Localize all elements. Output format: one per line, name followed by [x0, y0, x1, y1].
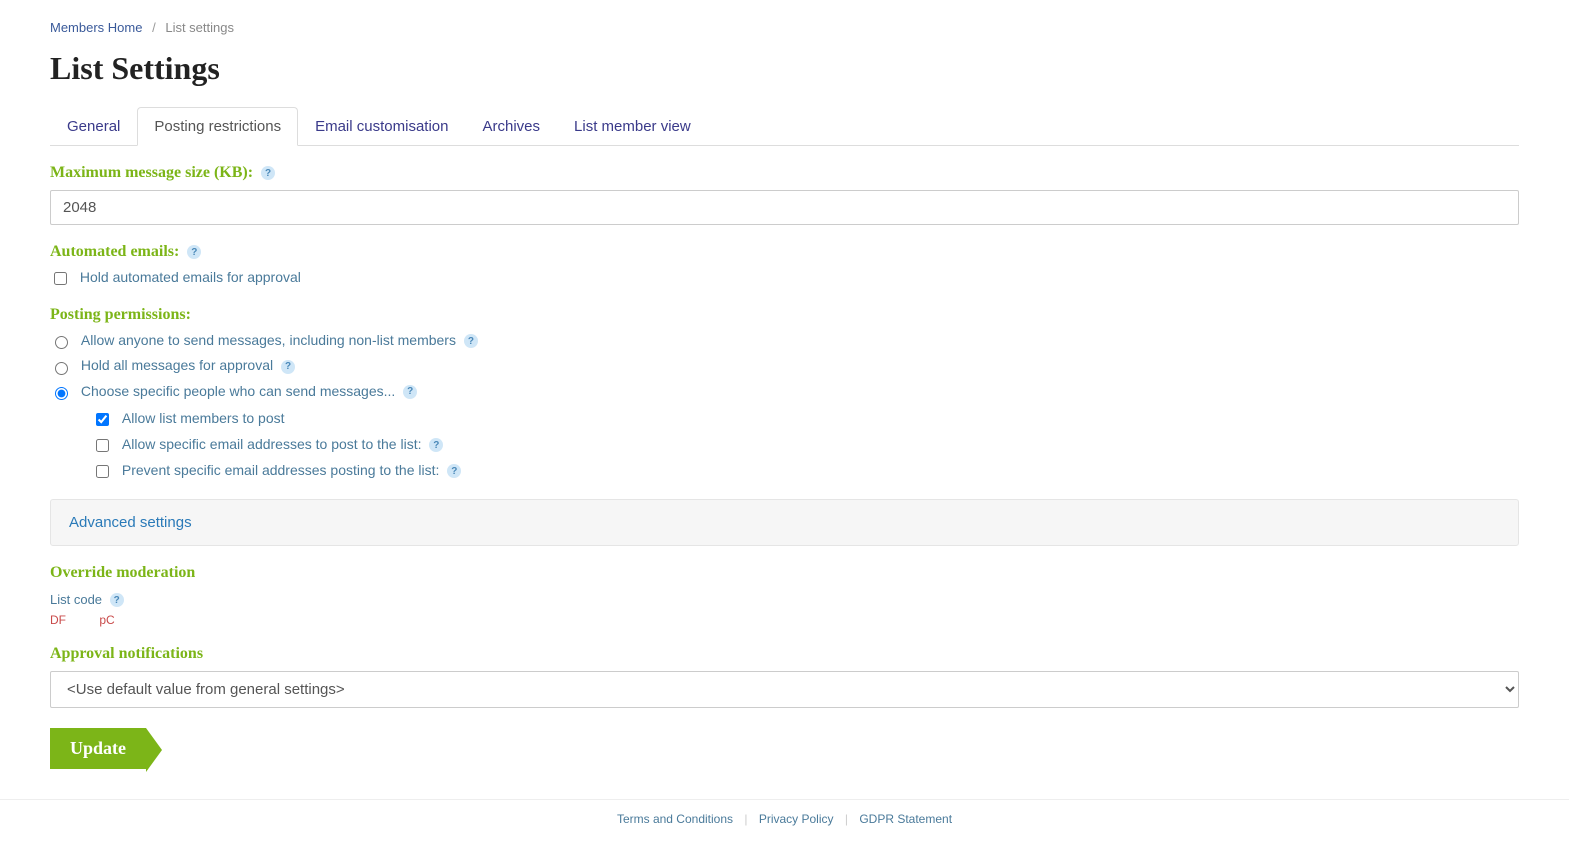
tab-general[interactable]: General — [50, 107, 137, 146]
allow-specific-post-checkbox[interactable] — [96, 439, 109, 452]
allow-specific-post-label: Allow specific email addresses to post t… — [122, 436, 422, 452]
page-title: List Settings — [50, 50, 1519, 87]
footer-gdpr-link[interactable]: GDPR Statement — [859, 812, 952, 826]
tabs-container: General Posting restrictions Email custo… — [50, 107, 1519, 146]
breadcrumb-home-link[interactable]: Members Home — [50, 20, 142, 35]
footer: Terms and Conditions | Privacy Policy | … — [0, 799, 1569, 838]
advanced-settings-link[interactable]: Advanced settings — [69, 514, 192, 531]
allow-members-post-checkbox[interactable] — [96, 413, 109, 426]
posting-choose-specific-radio[interactable] — [55, 387, 68, 400]
approval-notifications-select[interactable]: <Use default value from general settings… — [50, 671, 1519, 708]
override-moderation-label: Override moderation — [50, 564, 1519, 582]
approval-notifications-label: Approval notifications — [50, 645, 1519, 663]
breadcrumb-separator: / — [152, 20, 156, 35]
posting-sub-options: Allow list members to post Allow specifi… — [92, 410, 1519, 481]
prevent-specific-post-label: Prevent specific email addresses posting… — [122, 462, 440, 478]
list-code-label: List code ? — [50, 592, 1519, 608]
footer-terms-link[interactable]: Terms and Conditions — [617, 812, 733, 826]
list-codes: DF pC — [50, 613, 1519, 627]
breadcrumb-current: List settings — [165, 20, 234, 35]
help-icon[interactable]: ? — [110, 593, 124, 607]
max-message-size-input[interactable] — [50, 190, 1519, 225]
max-message-size-label: Maximum message size (KB): ? — [50, 164, 1519, 182]
advanced-settings-panel: Advanced settings — [50, 499, 1519, 546]
posting-allow-anyone-label: Allow anyone to send messages, including… — [81, 332, 456, 348]
automated-emails-label: Automated emails: ? — [50, 243, 1519, 261]
breadcrumb: Members Home / List settings — [50, 20, 1519, 35]
allow-members-post-label: Allow list members to post — [122, 410, 285, 426]
help-icon[interactable]: ? — [403, 385, 417, 399]
list-code-2: pC — [99, 613, 114, 627]
help-icon[interactable]: ? — [429, 438, 443, 452]
help-icon[interactable]: ? — [261, 166, 275, 180]
update-button[interactable]: Update — [50, 728, 146, 769]
posting-allow-anyone-radio[interactable] — [55, 336, 68, 349]
hold-automated-checkbox[interactable] — [54, 272, 67, 285]
tab-archives[interactable]: Archives — [465, 107, 557, 146]
prevent-specific-post-checkbox[interactable] — [96, 465, 109, 478]
footer-privacy-link[interactable]: Privacy Policy — [759, 812, 834, 826]
posting-permissions-label: Posting permissions: — [50, 306, 1519, 324]
help-icon[interactable]: ? — [464, 334, 478, 348]
hold-automated-label: Hold automated emails for approval — [80, 269, 301, 285]
posting-choose-specific-label: Choose specific people who can send mess… — [81, 383, 395, 399]
tab-email-customisation[interactable]: Email customisation — [298, 107, 465, 146]
help-icon[interactable]: ? — [187, 245, 201, 259]
help-icon[interactable]: ? — [447, 464, 461, 478]
tab-list-member-view[interactable]: List member view — [557, 107, 708, 146]
tab-posting-restrictions[interactable]: Posting restrictions — [137, 107, 298, 146]
posting-hold-all-label: Hold all messages for approval — [81, 357, 273, 373]
help-icon[interactable]: ? — [281, 360, 295, 374]
posting-hold-all-radio[interactable] — [55, 362, 68, 375]
list-code-1: DF — [50, 613, 66, 627]
